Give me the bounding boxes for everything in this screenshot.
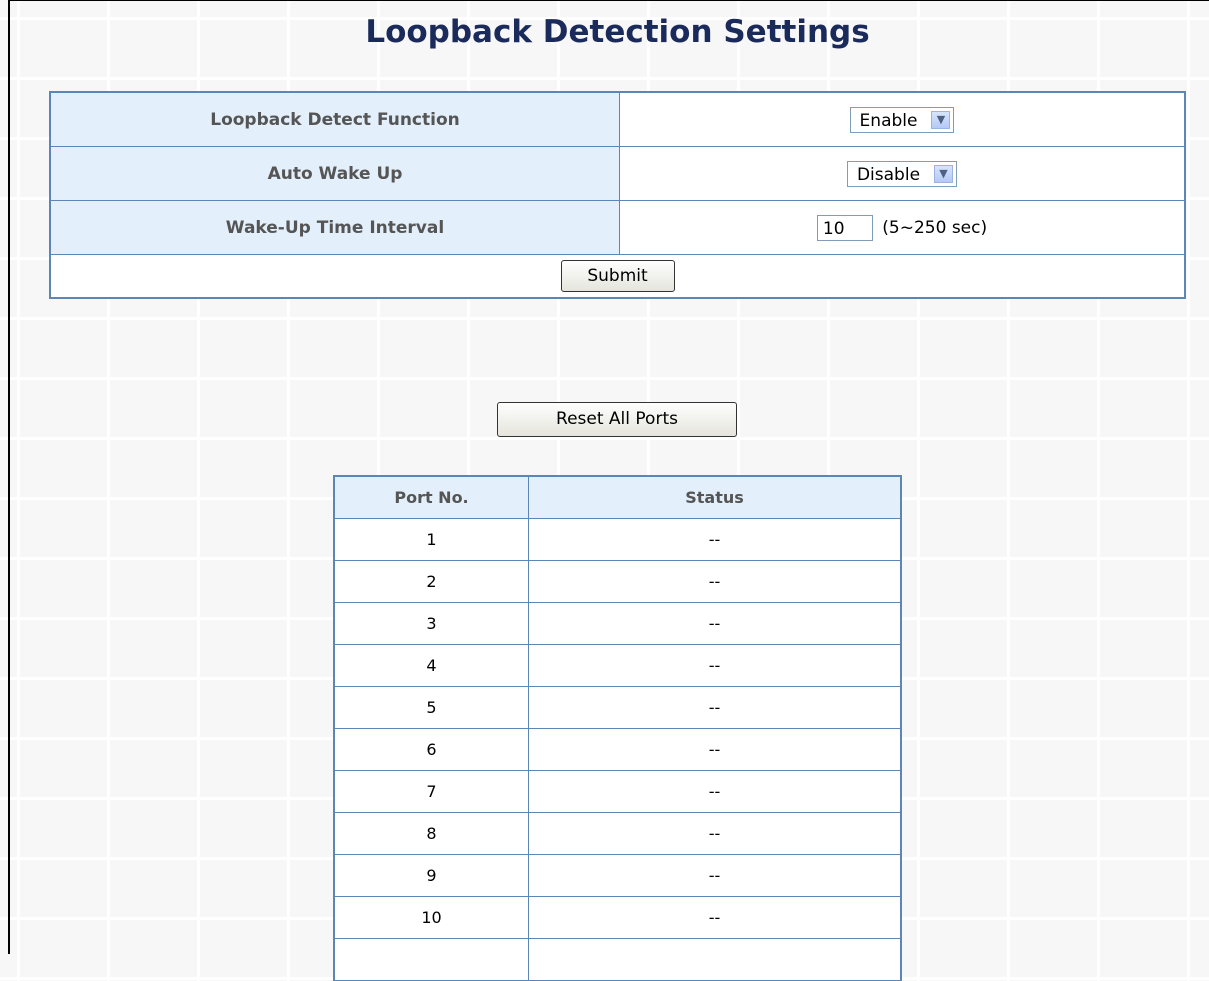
wake-interval-input[interactable]: 10 xyxy=(816,214,873,241)
port-number-cell xyxy=(333,938,529,981)
auto-wake-up-select[interactable]: Disable ▼ xyxy=(846,160,958,187)
port-number-cell: 10 xyxy=(333,896,529,939)
submit-cell: Submit xyxy=(49,254,1186,299)
table-row: 7 -- xyxy=(333,770,902,813)
chevron-down-icon[interactable]: ▼ xyxy=(934,164,954,183)
ports-table: Port No. Status 1 -- 2 -- 3 -- 4 -- 5 -- 6 -- 7 -- 8 --… xyxy=(333,475,902,981)
port-number-cell: 9 xyxy=(333,854,529,897)
port-status-cell: -- xyxy=(528,602,902,645)
table-row: 4 -- xyxy=(333,644,902,687)
loopback-detect-value: Enable xyxy=(859,110,918,131)
port-number-cell: 7 xyxy=(333,770,529,813)
loopback-detect-select[interactable]: Enable ▼ xyxy=(849,106,955,133)
table-row: 2 -- xyxy=(333,560,902,603)
reset-all-ports-button[interactable]: Reset All Ports xyxy=(497,402,737,437)
wake-interval-unit: (5~250 sec) xyxy=(882,217,988,238)
port-status-cell xyxy=(528,938,902,981)
submit-row: Submit xyxy=(49,254,1186,299)
auto-wake-up-label: Auto Wake Up xyxy=(49,146,620,201)
submit-button[interactable]: Submit xyxy=(560,260,675,292)
port-status-cell: -- xyxy=(528,644,902,687)
table-row: 8 -- xyxy=(333,812,902,855)
wake-interval-row: Wake-Up Time Interval 10 (5~250 sec) xyxy=(49,200,1186,255)
port-status-cell: -- xyxy=(528,812,902,855)
port-number-cell: 6 xyxy=(333,728,529,771)
wake-interval-label: Wake-Up Time Interval xyxy=(49,200,620,255)
table-row: 9 -- xyxy=(333,854,902,897)
page-frame-top xyxy=(8,0,1209,1)
port-status-cell: -- xyxy=(528,560,902,603)
auto-wake-up-cell: Disable ▼ xyxy=(619,146,1186,201)
loopback-detect-row: Loopback Detect Function Enable ▼ xyxy=(49,91,1186,147)
port-status-cell: -- xyxy=(528,854,902,897)
status-header: Status xyxy=(528,475,902,519)
ports-body: 1 -- 2 -- 3 -- 4 -- 5 -- 6 -- 7 -- 8 -- 9 -- 10 -- xyxy=(333,518,902,981)
page-title: Loopback Detection Settings xyxy=(365,14,870,50)
table-row: 3 -- xyxy=(333,602,902,645)
port-status-cell: -- xyxy=(528,518,902,561)
table-row: 6 -- xyxy=(333,728,902,771)
port-no-header: Port No. xyxy=(333,475,529,519)
chevron-down-icon[interactable]: ▼ xyxy=(931,110,951,129)
table-row: 5 -- xyxy=(333,686,902,729)
port-number-cell: 3 xyxy=(333,602,529,645)
table-row: 1 -- xyxy=(333,518,902,561)
port-status-cell: -- xyxy=(528,770,902,813)
loopback-detect-cell: Enable ▼ xyxy=(619,91,1186,147)
table-row: 10 -- xyxy=(333,896,902,939)
port-number-cell: 2 xyxy=(333,560,529,603)
port-status-cell: -- xyxy=(528,896,902,939)
settings-table: Loopback Detect Function Enable ▼ Auto W… xyxy=(49,91,1186,299)
port-number-cell: 8 xyxy=(333,812,529,855)
page-frame-left xyxy=(8,0,10,954)
port-status-cell: -- xyxy=(528,686,902,729)
auto-wake-up-value: Disable xyxy=(856,164,921,185)
wake-interval-cell: 10 (5~250 sec) xyxy=(619,200,1186,255)
port-number-cell: 1 xyxy=(333,518,529,561)
port-number-cell: 5 xyxy=(333,686,529,729)
port-number-cell: 4 xyxy=(333,644,529,687)
port-status-cell: -- xyxy=(528,728,902,771)
auto-wake-up-row: Auto Wake Up Disable ▼ xyxy=(49,146,1186,201)
table-row xyxy=(333,938,902,981)
ports-header-row: Port No. Status xyxy=(333,475,902,519)
loopback-detect-label: Loopback Detect Function xyxy=(49,91,620,147)
